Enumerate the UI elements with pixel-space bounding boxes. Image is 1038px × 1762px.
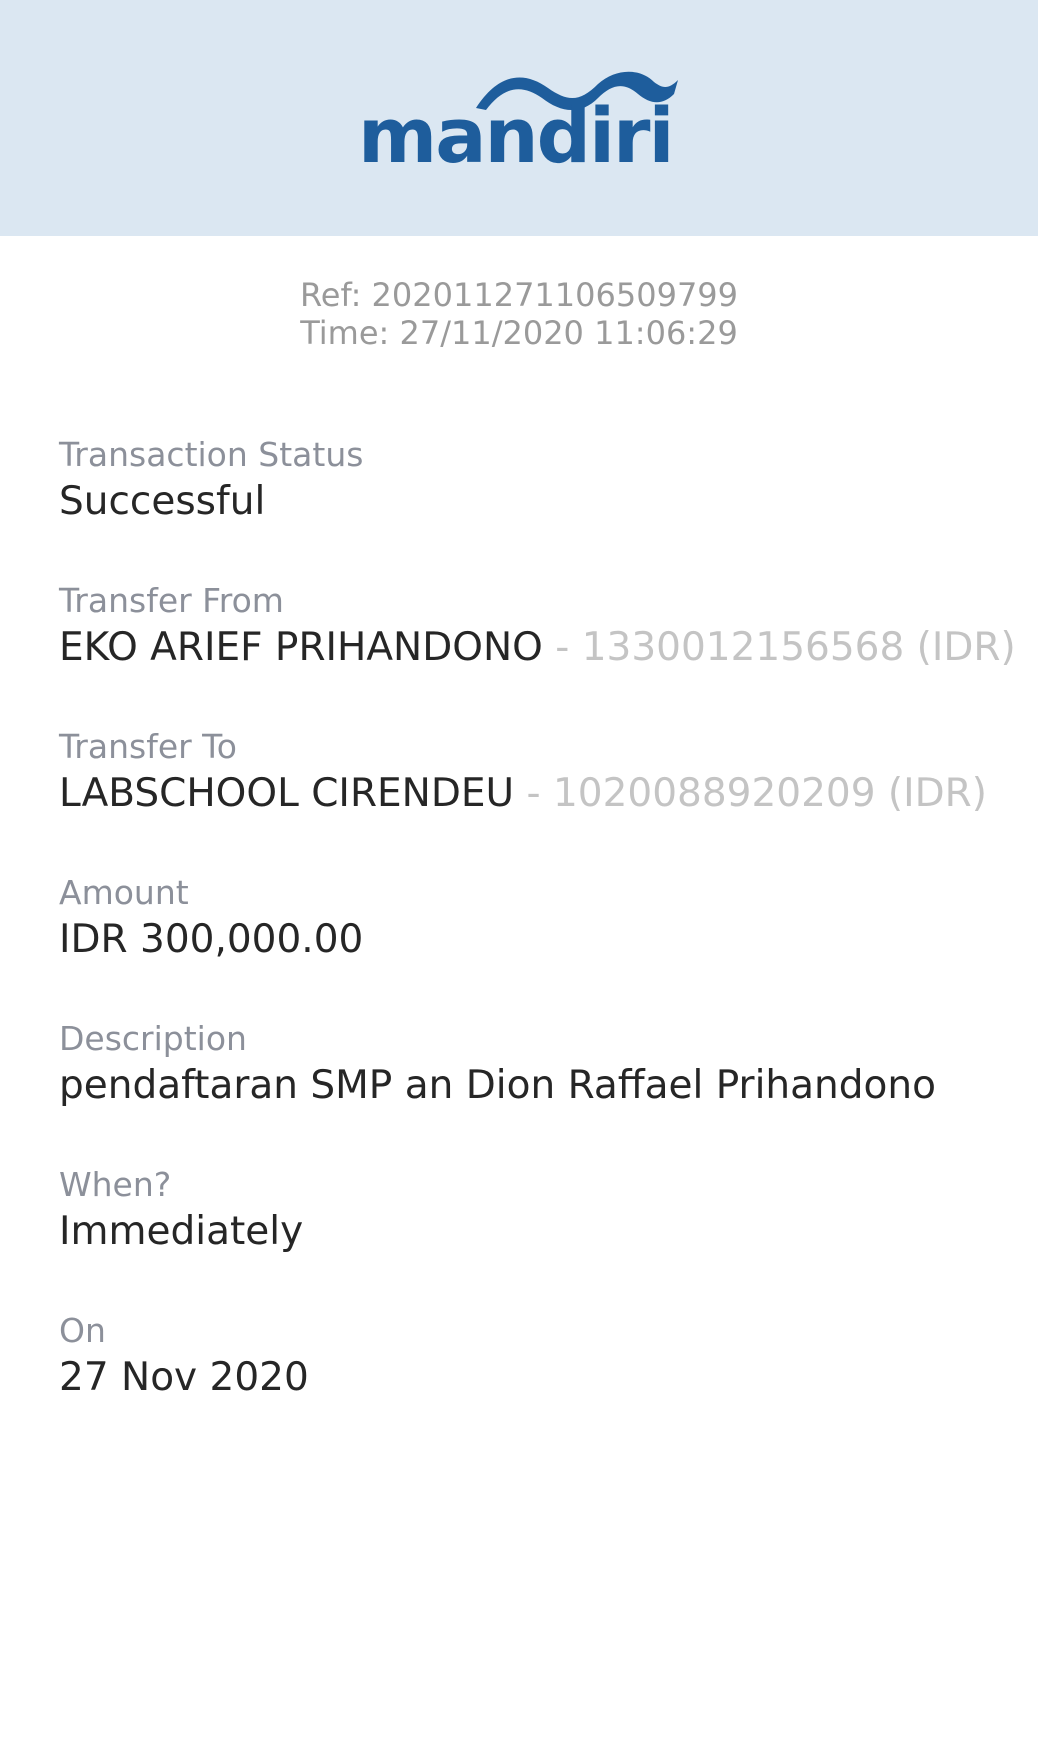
logo-text: mandiri	[358, 91, 675, 180]
field-amount: Amount IDR 300,000.00	[59, 872, 1019, 1018]
mandiri-logo: mandiri	[358, 66, 678, 180]
field-value: Successful	[59, 479, 266, 524]
field-label: Amount	[59, 873, 189, 912]
field-description: Description pendaftaran SMP an Dion Raff…	[59, 1018, 1019, 1164]
field-value: 27 Nov 2020	[59, 1355, 309, 1400]
receipt-header: mandiri	[0, 0, 1038, 236]
field-value: IDR 300,000.00	[59, 917, 364, 962]
field-label: On	[59, 1311, 106, 1350]
receipt-fields: Transaction Status Successful Transfer F…	[59, 434, 1019, 1456]
field-on: On 27 Nov 2020	[59, 1310, 1019, 1456]
field-when: When? Immediately	[59, 1164, 1019, 1310]
field-transfer-from: Transfer From EKO ARIEF PRIHANDONO - 133…	[59, 580, 1019, 726]
field-value: LABSCHOOL CIRENDEU - 1020088920209 (IDR)	[59, 768, 1019, 820]
field-label: When?	[59, 1165, 172, 1204]
reference-number: Ref: 202011271106509799	[299, 276, 739, 314]
sender-name: EKO ARIEF PRIHANDONO	[59, 625, 543, 670]
field-transfer-to: Transfer To LABSCHOOL CIRENDEU - 1020088…	[59, 726, 1019, 872]
receipt-meta: Ref: 202011271106509799 Time: 27/11/2020…	[0, 276, 1038, 352]
recipient-name: LABSCHOOL CIRENDEU	[59, 771, 515, 816]
field-label: Description	[59, 1019, 247, 1058]
field-transaction-status: Transaction Status Successful	[59, 434, 1019, 580]
field-label: Transfer To	[59, 727, 237, 766]
transaction-time: Time: 27/11/2020 11:06:29	[300, 314, 738, 352]
recipient-account: - 1020088920209 (IDR)	[514, 771, 987, 816]
field-value: pendaftaran SMP an Dion Raffael Prihando…	[59, 1063, 936, 1108]
field-value: EKO ARIEF PRIHANDONO - 1330012156568 (ID…	[59, 622, 1019, 674]
field-value: Immediately	[59, 1209, 304, 1254]
field-label: Transaction Status	[59, 435, 364, 474]
sender-account: - 1330012156568 (IDR)	[542, 625, 1016, 670]
field-label: Transfer From	[59, 581, 284, 620]
